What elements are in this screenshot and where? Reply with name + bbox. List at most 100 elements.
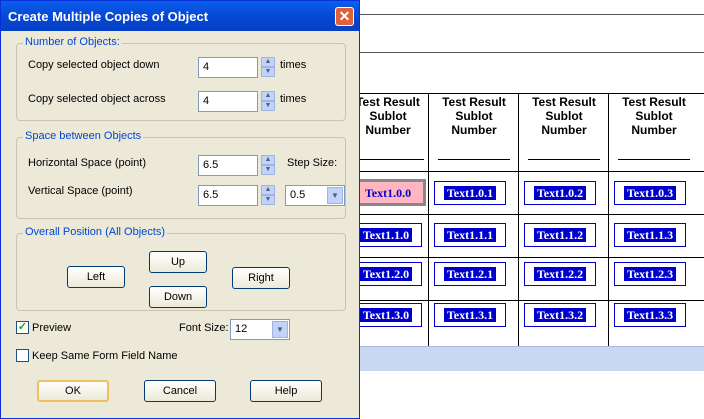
vertical-space-input[interactable]: 6.5 <box>198 185 258 206</box>
table-column-line <box>608 93 609 348</box>
spin-up-icon[interactable]: ▲ <box>261 155 275 165</box>
header-line: Number <box>451 123 497 137</box>
header-line: Test Result <box>442 95 506 109</box>
field-label: Text1.1.3 <box>623 228 677 242</box>
form-field[interactable]: Text1.1.3 <box>614 223 686 247</box>
table-row-line <box>348 214 704 215</box>
field-label: Text1.2.3 <box>623 267 677 281</box>
form-field[interactable]: Text1.3.1 <box>434 303 506 327</box>
doc-rule-line <box>360 14 704 15</box>
result-table: Test Result Sublot Number Test Result Su… <box>348 93 704 348</box>
horizontal-space-input[interactable]: 6.5 <box>198 155 258 176</box>
header-underline <box>618 159 690 160</box>
form-field[interactable]: Text1.3.0 <box>350 303 422 327</box>
field-label: Text1.3.1 <box>443 308 497 322</box>
table-row-line <box>348 300 704 301</box>
spin-up-icon[interactable]: ▲ <box>261 91 275 101</box>
font-size-select[interactable]: 12 ▼ <box>230 319 290 340</box>
header-line: Sublot <box>455 109 493 123</box>
column-header: Test Result Sublot Number <box>430 95 518 137</box>
table-row-line <box>348 257 704 258</box>
header-line: Test Result <box>532 95 596 109</box>
form-field[interactable]: Text1.1.2 <box>524 223 596 247</box>
form-field[interactable]: Text1.2.3 <box>614 262 686 286</box>
spin-down-icon[interactable]: ▼ <box>261 67 275 77</box>
dialog-title: Create Multiple Copies of Object <box>8 9 209 24</box>
vertical-space-label: Vertical Space (point) <box>28 185 133 197</box>
form-field[interactable]: Text1.3.2 <box>524 303 596 327</box>
field-label: Text1.1.1 <box>443 228 497 242</box>
form-field[interactable]: Text1.2.2 <box>524 262 596 286</box>
field-label: Text1.3.3 <box>623 308 677 322</box>
field-label: Text1.0.2 <box>533 186 587 200</box>
copy-across-label: Copy selected object across <box>28 93 166 105</box>
spin-down-icon[interactable]: ▼ <box>261 101 275 111</box>
space-between-objects-group: Space between Objects <box>16 130 346 219</box>
move-right-button[interactable]: Right <box>232 267 290 289</box>
group-legend: Space between Objects <box>23 130 144 142</box>
spin-down-icon[interactable]: ▼ <box>261 165 275 175</box>
chevron-down-icon[interactable]: ▼ <box>327 187 343 204</box>
form-field[interactable]: Text1.1.1 <box>434 223 506 247</box>
keep-name-label: Keep Same Form Field Name <box>32 350 178 362</box>
font-size-value: 12 <box>235 323 248 335</box>
preview-label: Preview <box>32 322 72 334</box>
move-up-button[interactable]: Up <box>149 251 207 273</box>
header-line: Number <box>631 123 677 137</box>
field-label: Text1.1.0 <box>359 228 413 242</box>
field-label: Text1.1.2 <box>533 228 587 242</box>
column-header: Test Result Sublot Number <box>610 95 698 137</box>
copy-down-unit: times <box>280 59 307 71</box>
doc-rule-line <box>360 52 704 53</box>
copy-across-spinner[interactable]: ▲ ▼ <box>261 91 275 112</box>
column-header: Test Result Sublot Number <box>520 95 608 137</box>
vertical-space-spinner[interactable]: ▲ ▼ <box>261 185 275 206</box>
step-size-select[interactable]: 0.5 ▼ <box>285 185 345 206</box>
table-row-line <box>348 171 704 172</box>
preview-checkbox[interactable]: ✓ <box>16 321 29 334</box>
move-left-button[interactable]: Left <box>67 266 125 288</box>
copy-across-unit: times <box>280 93 307 105</box>
step-size-label: Step Size: <box>287 157 338 169</box>
table-column-line <box>518 93 519 348</box>
cancel-button[interactable]: Cancel <box>144 380 216 402</box>
spin-up-icon[interactable]: ▲ <box>261 57 275 67</box>
header-line: Sublot <box>545 109 583 123</box>
ok-button[interactable]: OK <box>37 380 109 402</box>
close-icon[interactable]: ✕ <box>335 7 354 26</box>
document-footer-strip <box>360 346 704 371</box>
form-field[interactable]: Text1.0.3 <box>614 181 686 205</box>
form-field[interactable]: Text1.0.1 <box>434 181 506 205</box>
keep-name-checkbox[interactable] <box>16 349 29 362</box>
form-field[interactable]: Text1.0.2 <box>524 181 596 205</box>
spin-down-icon[interactable]: ▼ <box>261 195 275 205</box>
copy-across-input[interactable]: 4 <box>198 91 258 112</box>
group-legend: Overall Position (All Objects) <box>23 226 167 238</box>
form-field-selected[interactable]: Text1.0.0 <box>350 179 426 206</box>
header-underline <box>438 159 510 160</box>
form-field[interactable]: Text1.2.0 <box>350 262 422 286</box>
horizontal-space-spinner[interactable]: ▲ ▼ <box>261 155 275 176</box>
chevron-down-icon[interactable]: ▼ <box>272 321 288 338</box>
form-field[interactable]: Text1.3.3 <box>614 303 686 327</box>
form-field[interactable]: Text1.2.1 <box>434 262 506 286</box>
header-line: Test Result <box>622 95 686 109</box>
field-label: Text1.0.1 <box>443 186 497 200</box>
copies-dialog: Create Multiple Copies of Object ✕ Numbe… <box>0 0 360 419</box>
header-line: Sublot <box>635 109 673 123</box>
help-button[interactable]: Help <box>250 380 322 402</box>
spin-up-icon[interactable]: ▲ <box>261 185 275 195</box>
copy-down-spinner[interactable]: ▲ ▼ <box>261 57 275 78</box>
field-label: Text1.2.2 <box>533 267 587 281</box>
header-underline <box>352 159 424 160</box>
form-field[interactable]: Text1.1.0 <box>350 223 422 247</box>
dialog-titlebar[interactable]: Create Multiple Copies of Object ✕ <box>1 1 359 31</box>
copy-down-input[interactable]: 4 <box>198 57 258 78</box>
field-label: Text1.2.0 <box>359 267 413 281</box>
horizontal-space-label: Horizontal Space (point) <box>28 157 147 169</box>
header-underline <box>528 159 600 160</box>
number-of-objects-group: Number of Objects: <box>16 36 346 121</box>
field-label: Text1.2.1 <box>443 267 497 281</box>
header-line: Number <box>541 123 587 137</box>
move-down-button[interactable]: Down <box>149 286 207 308</box>
